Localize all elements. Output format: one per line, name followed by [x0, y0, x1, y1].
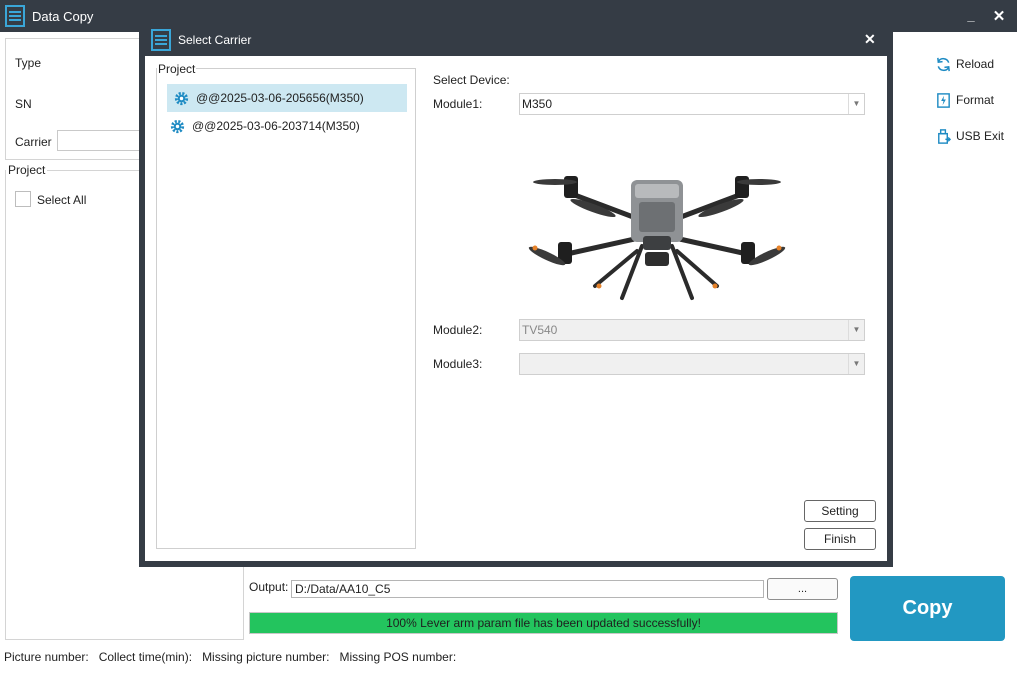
module2-value: TV540: [522, 323, 558, 337]
module3-select[interactable]: ▼: [519, 353, 865, 375]
dialog-title: Select Carrier: [178, 33, 252, 47]
module3-label: Module3:: [433, 357, 483, 371]
drone-image: [528, 176, 786, 300]
select-carrier-dialog: Select Carrier ✕ Project @@2025-03-06-20…: [139, 24, 893, 567]
copy-button[interactable]: Copy: [850, 576, 1005, 641]
module2-label: Module2:: [433, 323, 483, 337]
chevron-down-icon: ▼: [848, 320, 864, 340]
format-drive-icon: [937, 92, 950, 108]
reload-button[interactable]: Reload: [935, 54, 994, 74]
collect-time-label: Collect time(min):: [98, 650, 193, 664]
carrier-field[interactable]: [57, 130, 147, 151]
status-bar: Picture number: Collect time(min): Missi…: [4, 650, 456, 666]
output-path-field[interactable]: D:/Data/AA10_C5: [291, 580, 764, 598]
refresh-icon: [937, 57, 950, 71]
missing-picture-label: Missing picture number:: [202, 650, 330, 664]
format-label: Format: [956, 93, 995, 107]
setting-button[interactable]: Setting: [804, 500, 876, 522]
dialog-close-icon[interactable]: ✕: [864, 31, 876, 48]
close-icon[interactable]: ✕: [992, 7, 1006, 25]
dialog-project-panel: Project @@2025-03-06-205656(M350) @@2025…: [156, 62, 416, 549]
select-device-label: Select Device:: [433, 73, 510, 87]
progress-bar: 100% Lever arm param file has been updat…: [249, 612, 838, 634]
select-all-label[interactable]: Select All: [37, 193, 86, 207]
minimize-icon[interactable]: _: [964, 8, 978, 24]
app-title: Data Copy: [32, 9, 94, 24]
browse-button[interactable]: ...: [767, 578, 838, 600]
usb-exit-label: USB Exit: [956, 129, 1005, 143]
reload-label: Reload: [956, 57, 995, 71]
module2-select[interactable]: TV540 ▼: [519, 319, 865, 341]
module1-label: Module1:: [433, 97, 483, 111]
carrier-label: Carrier: [15, 135, 52, 149]
app-icon: [5, 5, 25, 27]
usb-exit-button[interactable]: USB Exit: [935, 126, 1004, 146]
usb-exit-icon: [938, 128, 952, 144]
output-label: Output:: [249, 580, 289, 594]
type-label: Type: [15, 56, 42, 70]
module1-select[interactable]: M350 ▼: [519, 93, 865, 115]
finish-button[interactable]: Finish: [804, 528, 876, 550]
dialog-body: Project @@2025-03-06-205656(M350) @@2025…: [145, 56, 887, 561]
dialog-project-legend: Project: [157, 62, 197, 76]
picture-number-label: Picture number:: [4, 650, 89, 664]
dialog-app-icon: [151, 29, 171, 51]
project-item[interactable]: @@2025-03-06-205656(M350): [167, 84, 407, 112]
gear-icon: [170, 119, 185, 133]
project-item-label: @@2025-03-06-203714(M350): [192, 119, 360, 133]
module1-value: M350: [522, 97, 553, 111]
missing-pos-label: Missing POS number:: [339, 650, 457, 664]
project-legend: Project: [6, 163, 48, 177]
gear-icon: [174, 91, 189, 105]
project-item-label: @@2025-03-06-205656(M350): [196, 91, 364, 105]
chevron-down-icon: ▼: [848, 94, 864, 114]
sn-label: SN: [15, 97, 32, 111]
select-all-checkbox[interactable]: [15, 191, 31, 207]
chevron-down-icon: ▼: [848, 354, 864, 374]
project-item[interactable]: @@2025-03-06-203714(M350): [163, 112, 403, 140]
format-button[interactable]: Format: [935, 90, 994, 110]
